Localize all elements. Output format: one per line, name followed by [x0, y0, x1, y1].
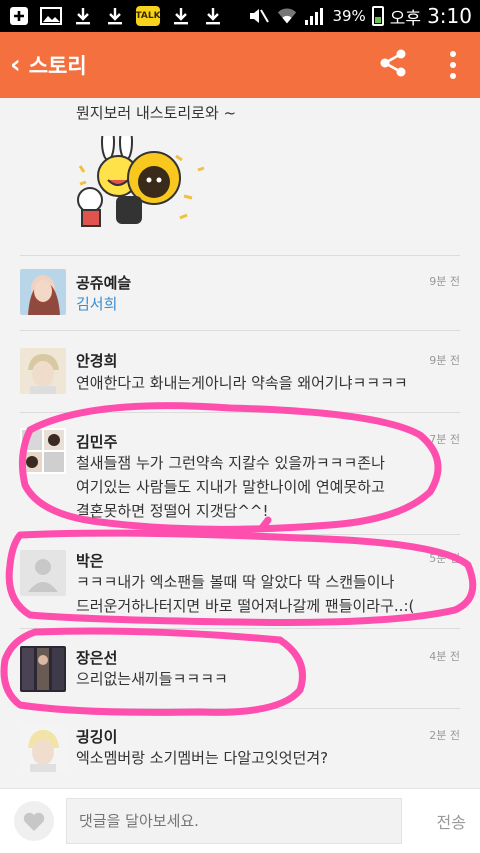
comment-time: 5분 전 [429, 552, 460, 565]
comment-line: 결혼못하면 정떨어 지갯담^^! [76, 502, 269, 520]
mute-icon [248, 6, 270, 26]
divider [20, 330, 460, 331]
comment-time: 4분 전 [429, 650, 460, 663]
post-text: 뭔지보러 내스토리로와 ~ [76, 104, 237, 122]
comment-line: 철새들잼 누가 그런약속 지칼수 있을까ㅋㅋㅋ존나 [76, 454, 385, 472]
share-icon[interactable] [378, 48, 408, 82]
comments-scroll-area[interactable]: 뭔지보러 내스토리로와 ~ 공쥬예슬 9분 전 김서희 안경희 9분 전 연애한… [0, 98, 480, 788]
comment-text: 연애한다고 화내는게아니라 약속을 왜어기냐ㅋㅋㅋㅋ [76, 374, 408, 392]
download-icon [104, 6, 126, 26]
divider [20, 628, 460, 629]
comment-line: ㅋㅋㅋ내가 엑소팬들 볼때 딱 알았다 딱 스캔들이나 [76, 573, 395, 591]
download-icon [170, 6, 192, 26]
comment-time: 7분 전 [429, 433, 460, 446]
comment-composer: 전송 [0, 788, 480, 853]
comment-author[interactable]: 긩깅이 [76, 726, 117, 747]
signal-icon [304, 6, 326, 26]
avatar[interactable] [20, 348, 66, 394]
comment-text: 으리없는새끼들ㅋㅋㅋㅋ [76, 670, 228, 688]
comment-time: 9분 전 [429, 275, 460, 288]
avatar[interactable] [20, 269, 66, 315]
kakaotalk-icon: TALK [135, 6, 161, 26]
comment-author[interactable]: 안경희 [76, 350, 117, 371]
system-indicators: 39% 오후 3:10 [248, 4, 472, 29]
comment-author[interactable]: 장은선 [76, 647, 117, 668]
image-icon [40, 6, 62, 26]
like-button[interactable] [14, 801, 54, 841]
divider [20, 255, 460, 256]
clock: 3:10 [427, 4, 472, 28]
comment-input[interactable] [66, 798, 402, 844]
battery-icon [371, 6, 384, 26]
comment-text: 철새들잼 누가 그런약속 지칼수 있을까ㅋㅋㅋ존나 여기있는 사람들도 지내가 … [76, 451, 454, 523]
wifi-icon [276, 6, 298, 26]
send-button[interactable]: 전송 [437, 809, 466, 833]
divider [20, 534, 460, 535]
add-icon [8, 6, 30, 26]
comment-author[interactable]: 김민주 [76, 431, 117, 452]
page-title: 스토리 [28, 54, 87, 78]
comment-line: 여기있는 사람들도 지내가 말한나이에 연예못하고 [76, 478, 385, 496]
ampm: 오후 [389, 8, 422, 29]
comment-text: 엑소멤버랑 소기멤버는 다알고잇엇던겨? [76, 749, 329, 767]
divider [20, 708, 460, 709]
comment-text: ㅋㅋㅋ내가 엑소팬들 볼때 딱 알았다 딱 스캔들이나 드러운거하나터지면 바로… [76, 570, 454, 618]
avatar[interactable] [20, 726, 66, 772]
avatar-placeholder[interactable] [20, 550, 66, 596]
app-bar: ‹ 스토리 [0, 32, 480, 98]
comment-line: 드러운거하나터지면 바로 떨어져나갈께 팬들이라구..:( [76, 597, 415, 615]
status-bar: TALK 39% 오후 3:10 [0, 0, 480, 32]
battery-percent: 39% [332, 7, 366, 25]
comment-time: 2분 전 [429, 729, 460, 742]
avatar[interactable] [20, 428, 66, 474]
notification-icons: TALK [8, 6, 224, 26]
avatar[interactable] [20, 646, 66, 692]
comment-author[interactable]: 공쥬예슬 [76, 272, 131, 293]
mention-link[interactable]: 김서희 [76, 292, 454, 316]
back-button[interactable]: ‹ [10, 50, 21, 80]
more-icon[interactable] [450, 51, 456, 79]
comment-time: 9분 전 [429, 354, 460, 367]
divider [20, 412, 460, 413]
sticker-image [77, 136, 205, 227]
comment-author[interactable]: 박은 [76, 550, 104, 571]
heart-icon [23, 812, 45, 831]
download-icon [72, 6, 94, 26]
download-icon [202, 6, 224, 26]
